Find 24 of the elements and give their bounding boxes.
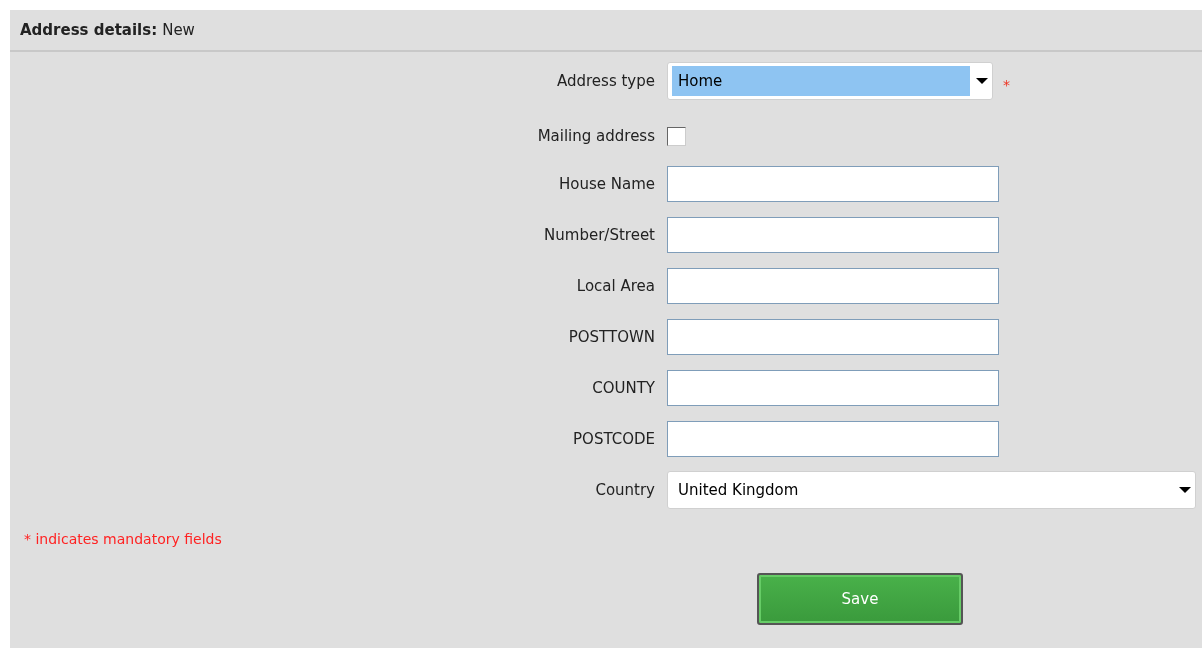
input-field[interactable]: [667, 319, 999, 355]
dropdown[interactable]: United Kingdom: [667, 471, 1196, 509]
field-label: Number/Street: [543, 226, 656, 244]
dropdown[interactable]: Home: [667, 62, 993, 100]
required-mark: *: [1003, 77, 1010, 93]
field-label: Address type: [556, 72, 656, 90]
field-label: POSTCODE: [572, 430, 656, 448]
caret-icon: [976, 77, 988, 85]
input-field[interactable]: [667, 370, 999, 406]
checkbox[interactable]: [667, 126, 686, 146]
panel-status: New: [162, 21, 195, 39]
caret-icon: [1179, 486, 1191, 494]
field-label: POSTTOWN: [567, 328, 656, 346]
panel-title: Address details:: [20, 21, 158, 39]
mandatory-note: * indicates mandatory fields: [24, 531, 222, 547]
field-label: House Name: [557, 175, 656, 193]
field-label: Mailing address: [536, 127, 656, 145]
field-label: COUNTY: [591, 379, 656, 397]
input-field[interactable]: [667, 421, 999, 457]
field-label: Country: [594, 481, 656, 499]
input-field[interactable]: [667, 268, 999, 304]
input-field[interactable]: [667, 217, 999, 253]
field-label: Local Area: [575, 277, 656, 295]
input-field[interactable]: [667, 166, 999, 202]
